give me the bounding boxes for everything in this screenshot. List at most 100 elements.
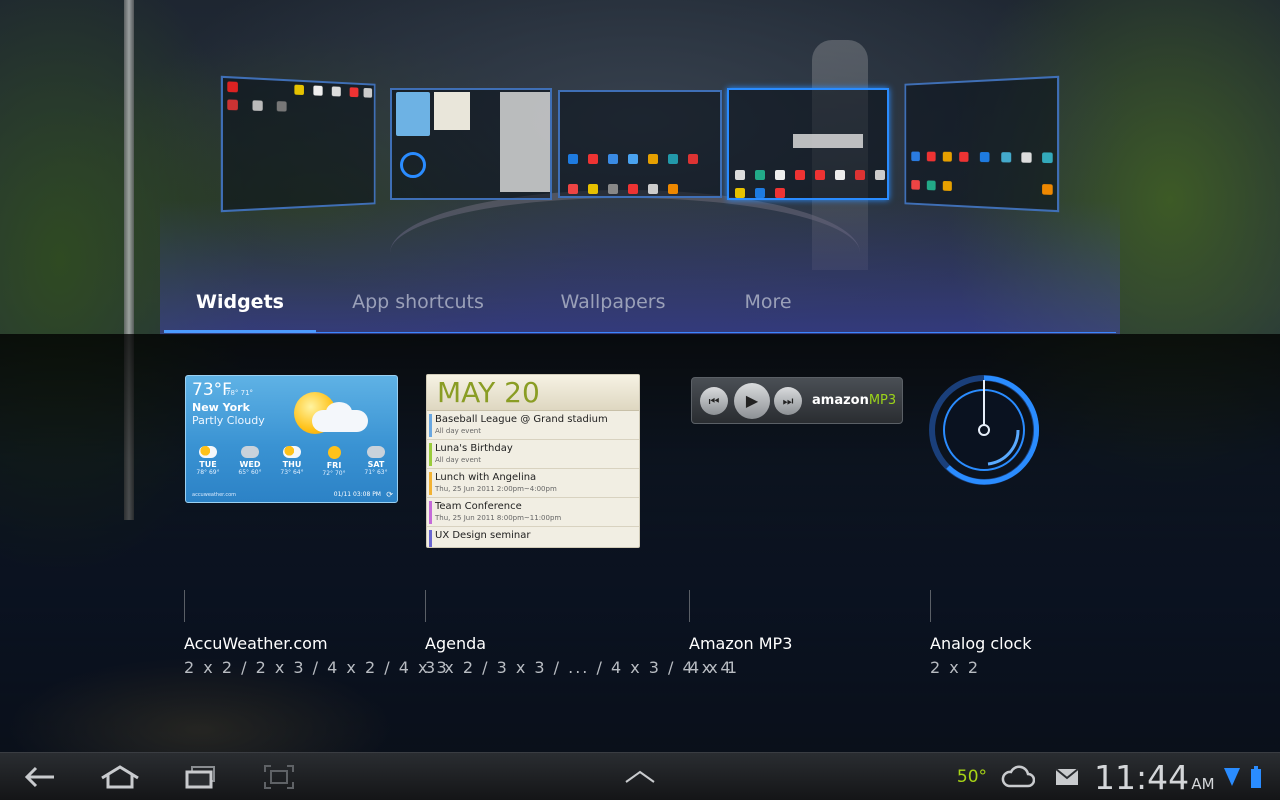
gmail-notification[interactable] xyxy=(1050,753,1084,800)
mini-agenda-widget xyxy=(434,92,470,130)
widget-divider xyxy=(425,590,426,622)
mini-app-icon xyxy=(795,170,805,180)
event-title: Team Conference xyxy=(435,501,522,512)
widget-name-analog-clock: Analog clock xyxy=(930,634,1032,653)
agenda-event: Luna's Birthday All day event xyxy=(427,440,639,469)
mini-app-icon xyxy=(926,180,936,191)
cloud-icon xyxy=(312,410,368,432)
mini-weather-widget xyxy=(396,92,430,136)
quick-panel-button[interactable] xyxy=(620,753,660,800)
mini-app-icon xyxy=(648,154,658,164)
forecast-day-label: SAT xyxy=(367,460,385,469)
weather-status-icon-button[interactable] xyxy=(998,753,1038,800)
mini-app-icon xyxy=(668,184,678,194)
agenda-date: MAY 20 xyxy=(427,375,639,411)
tab-app-shortcuts[interactable]: App shortcuts xyxy=(338,280,498,332)
widget-divider xyxy=(184,590,185,622)
mini-app-icon xyxy=(568,184,578,194)
agenda-widget-preview[interactable]: MAY 20 Baseball League @ Grand stadium A… xyxy=(426,374,640,548)
mini-app-icon xyxy=(755,188,765,198)
mini-app-icon xyxy=(276,101,287,112)
weather-hilo: 78° 71° xyxy=(226,389,254,397)
event-title: Baseball League @ Grand stadium xyxy=(435,414,608,425)
widget-divider xyxy=(689,590,690,622)
widget-name-accuweather: AccuWeather.com xyxy=(184,634,328,653)
refresh-icon: ⟳ xyxy=(386,490,393,499)
analog-clock-widget-preview[interactable] xyxy=(928,374,1040,486)
event-subtitle: Thu, 25 Jun 2011 2:00pm~4:00pm xyxy=(435,485,557,493)
home-screen-preview-4-current[interactable] xyxy=(727,88,889,200)
accuweather-widget-preview[interactable]: 73°F 78° 71° New York Partly Cloudy TUE … xyxy=(185,375,398,503)
system-bar: 50° 11:44 AM xyxy=(0,752,1280,800)
mini-app-icon xyxy=(1021,152,1032,163)
tab-widgets[interactable]: Widgets xyxy=(164,280,316,332)
status-temperature: 50° xyxy=(956,767,988,787)
mini-app-icon xyxy=(648,184,658,194)
home-screen-preview-3[interactable] xyxy=(558,90,722,198)
forecast-day-temps: 73° 64° xyxy=(280,469,304,476)
weather-status[interactable]: 50° xyxy=(950,753,994,800)
event-color-bar xyxy=(429,530,432,547)
mini-app-icon xyxy=(735,170,745,180)
wifi-icon xyxy=(1224,768,1240,786)
mini-app-icon xyxy=(349,87,359,98)
agenda-event: UX Design seminar xyxy=(427,527,639,547)
status-time: 11:44 xyxy=(1094,757,1190,797)
forecast-day-temps: 65° 60° xyxy=(238,469,262,476)
mini-app-icon xyxy=(959,151,969,162)
status-ampm: AM xyxy=(1191,775,1215,793)
mini-app-icon xyxy=(227,99,238,111)
screenshot-button[interactable] xyxy=(258,753,300,800)
forecast-day-label: WED xyxy=(239,460,261,469)
mini-app-icon xyxy=(855,170,865,180)
event-title: Lunch with Angelina xyxy=(435,472,537,483)
customize-tab-bar: Widgets App shortcuts Wallpapers More xyxy=(164,280,1116,334)
recent-apps-button[interactable] xyxy=(180,753,222,800)
mini-app-icon xyxy=(252,100,263,111)
home-screen-preview-2[interactable] xyxy=(390,88,552,200)
mini-app-icon xyxy=(608,184,618,194)
mini-app-icon xyxy=(227,81,238,93)
weather-city: New York xyxy=(192,401,250,414)
widget-sizes-analog-clock: 2 x 2 xyxy=(930,658,980,677)
amazon-mp3-widget-preview[interactable]: ⏮ ▶ ⏭ amazonMP3 xyxy=(691,377,903,424)
forecast-day: WED 65° 60° xyxy=(230,446,270,476)
forecast-day: TUE 78° 69° xyxy=(188,446,228,476)
tab-wallpapers[interactable]: Wallpapers xyxy=(544,280,682,332)
wifi-status xyxy=(1222,753,1242,800)
widget-name-agenda: Agenda xyxy=(425,634,487,653)
event-title: UX Design seminar xyxy=(435,530,531,541)
back-button[interactable] xyxy=(18,753,62,800)
tab-more[interactable]: More xyxy=(724,280,812,332)
play-icon: ▶ xyxy=(734,383,770,419)
status-clock[interactable]: 11:44 xyxy=(1094,753,1190,800)
mini-app-icon xyxy=(628,154,638,164)
rain-icon xyxy=(367,446,385,458)
mini-app-icon xyxy=(313,85,323,96)
analog-clock-face-icon xyxy=(929,375,1040,485)
next-track-icon: ⏭ xyxy=(774,387,802,415)
mini-app-icon xyxy=(1042,152,1053,164)
battery-status xyxy=(1246,753,1266,800)
home-screen-preview-1[interactable] xyxy=(220,75,376,213)
home-screen-preview-5[interactable] xyxy=(904,75,1060,213)
status-ampm-wrap: AM xyxy=(1188,753,1218,800)
forecast-day-temps: 72° 70° xyxy=(322,470,346,477)
cloud-icon xyxy=(1001,765,1035,788)
mini-app-icon xyxy=(755,170,765,180)
mini-app-icon xyxy=(835,170,845,180)
event-color-bar xyxy=(429,414,432,437)
mini-app-icon xyxy=(568,154,578,164)
mini-app-icon xyxy=(1042,184,1053,195)
mini-app-icon xyxy=(588,154,598,164)
event-subtitle: All day event xyxy=(435,456,481,464)
agenda-event: Baseball League @ Grand stadium All day … xyxy=(427,411,639,440)
forecast-day-label: TUE xyxy=(199,460,217,469)
widget-name-amazon-mp3: Amazon MP3 xyxy=(689,634,793,653)
home-screen-previews xyxy=(0,70,1280,220)
weather-footer: accuweather.com xyxy=(192,492,237,498)
home-button[interactable] xyxy=(96,753,144,800)
mini-app-icon xyxy=(815,170,825,180)
event-color-bar xyxy=(429,501,432,524)
sun-cloud-icon xyxy=(283,446,301,458)
